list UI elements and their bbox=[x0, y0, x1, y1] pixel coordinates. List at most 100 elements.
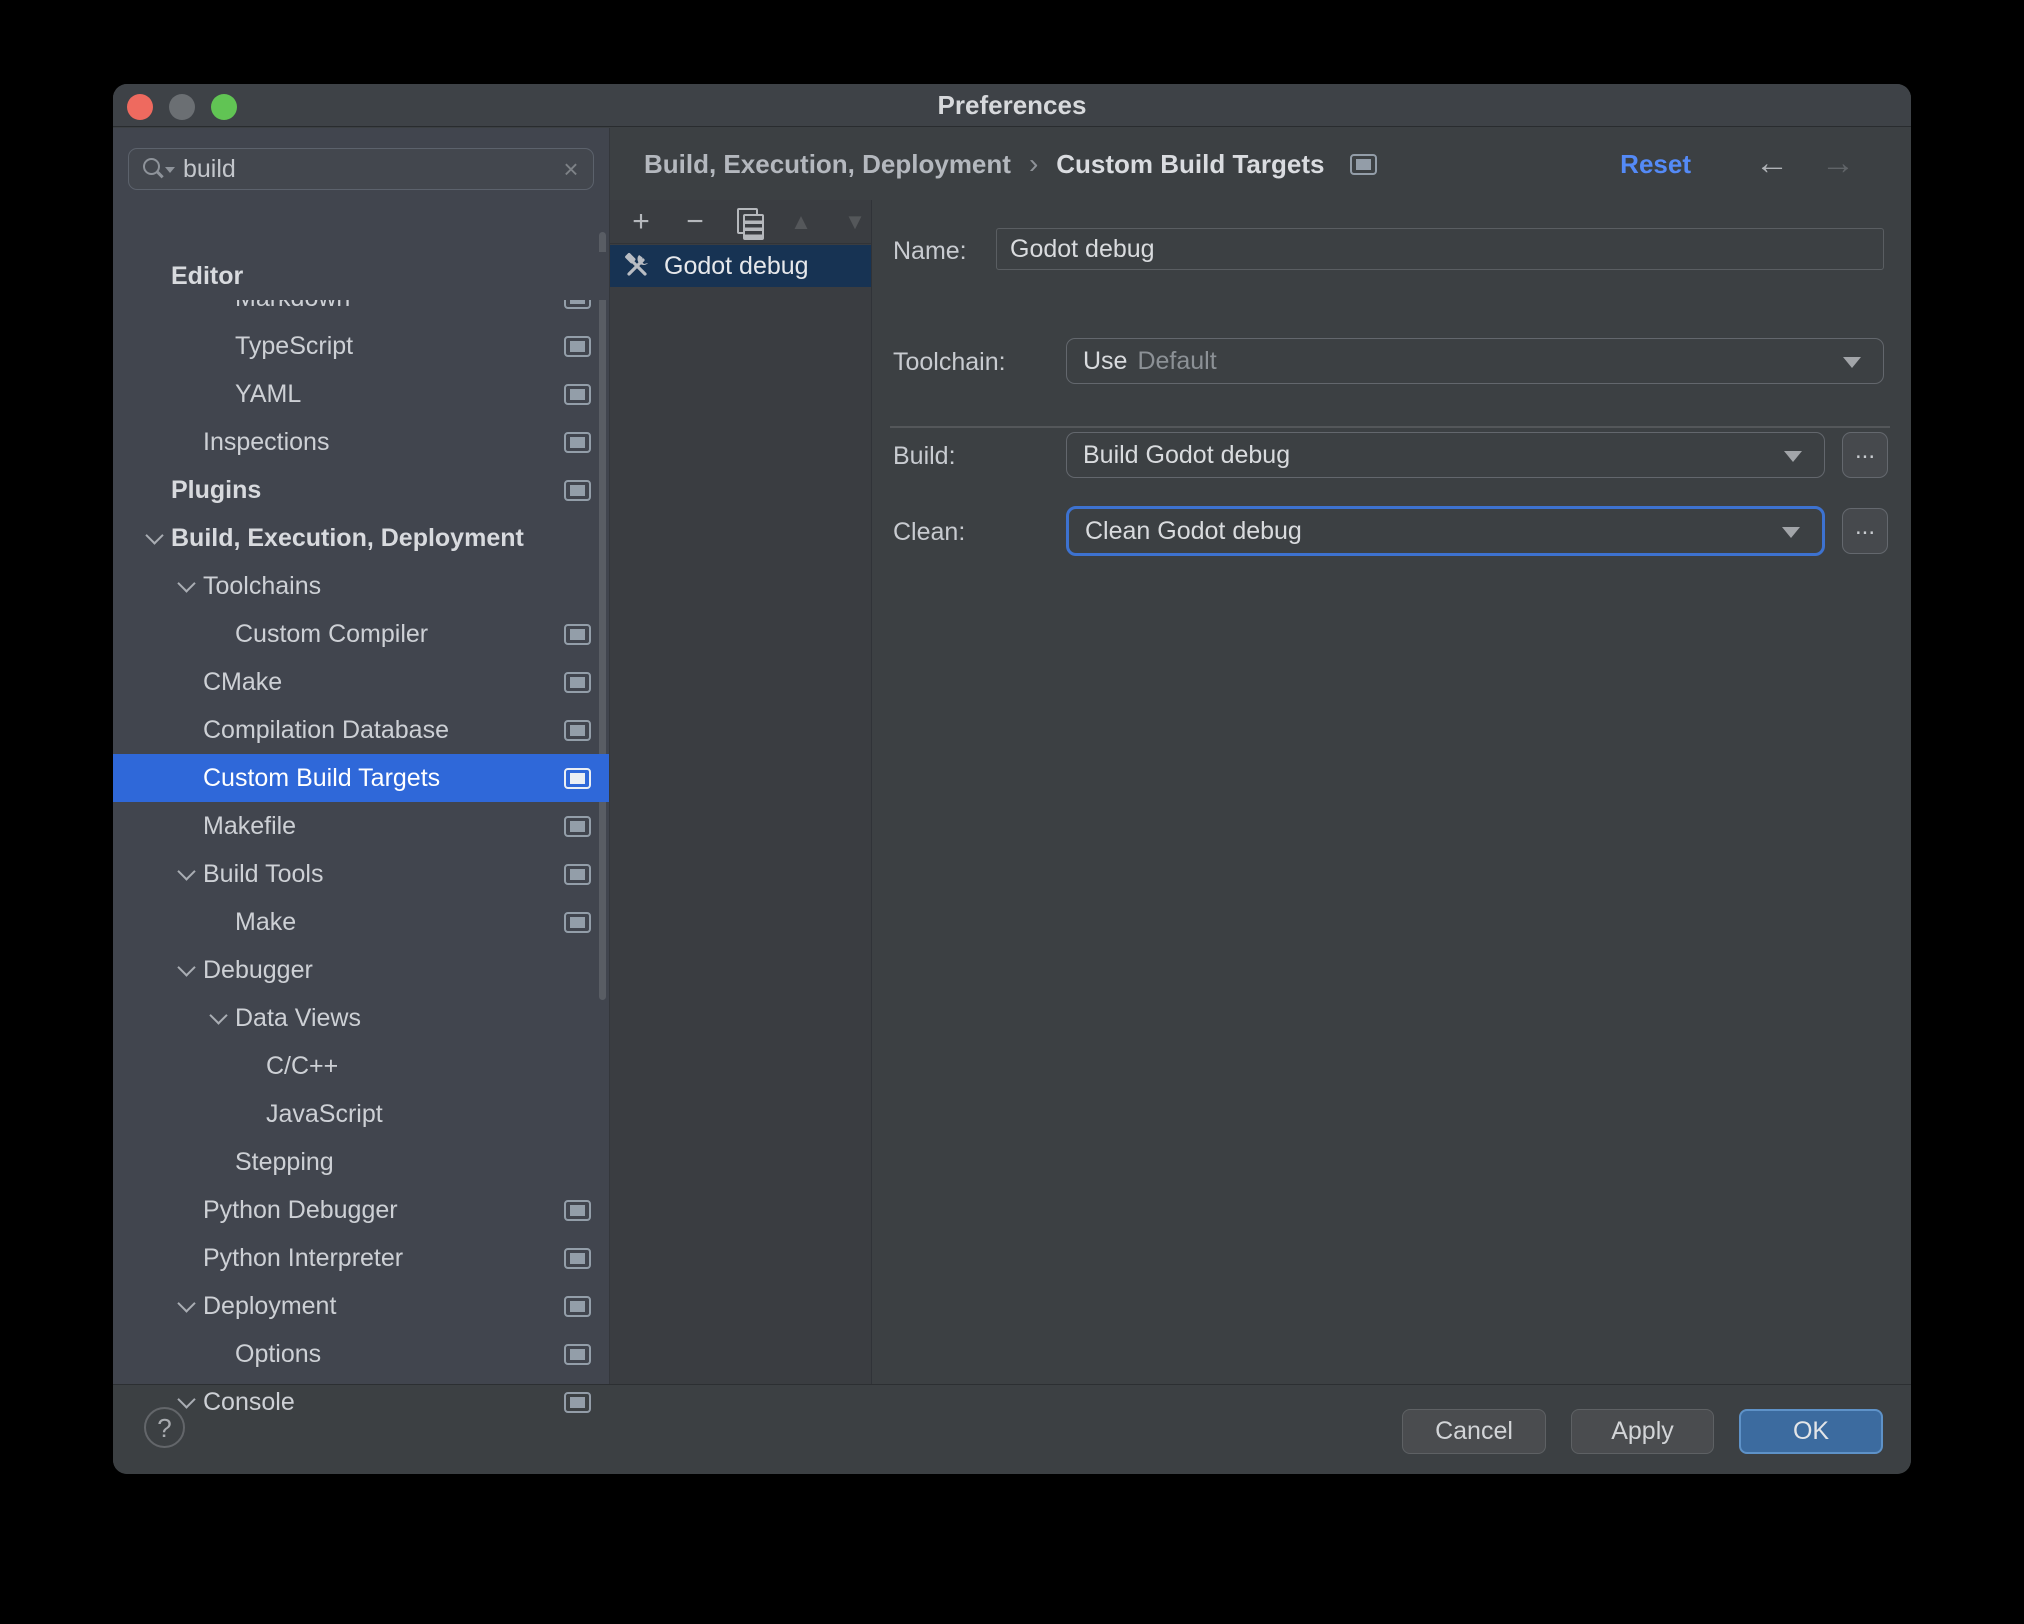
ok-button[interactable]: OK bbox=[1739, 1409, 1883, 1454]
settings-found-icon bbox=[564, 1343, 591, 1365]
sidebar-item-label: TypeScript bbox=[235, 331, 354, 360]
settings-found-icon bbox=[564, 1247, 591, 1269]
sidebar-item-label: C/C++ bbox=[266, 1051, 339, 1080]
target-item-godot-debug[interactable]: Godot debug bbox=[610, 245, 871, 287]
settings-found-icon bbox=[564, 383, 591, 405]
reset-link[interactable]: Reset bbox=[1620, 128, 1691, 200]
sidebar-item-label: Console bbox=[203, 1387, 295, 1416]
chevron-down-icon[interactable] bbox=[169, 967, 203, 974]
sidebar-item-label: Custom Compiler bbox=[235, 619, 429, 648]
sidebar-item-console[interactable]: Console bbox=[113, 1378, 609, 1426]
sidebar-item-label: Plugins bbox=[171, 475, 262, 504]
sidebar-item-makefile[interactable]: Makefile bbox=[113, 802, 609, 850]
sidebar-item-deployment[interactable]: Deployment bbox=[113, 1282, 609, 1330]
chevron-down-icon[interactable] bbox=[137, 535, 171, 542]
chevron-down-icon[interactable] bbox=[169, 871, 203, 878]
titlebar: Preferences bbox=[113, 84, 1911, 127]
sidebar-item-label: Custom Build Targets bbox=[203, 763, 441, 792]
sidebar-item-python-interpreter[interactable]: Python Interpreter bbox=[113, 1234, 609, 1282]
toolchain-dropdown[interactable]: Use Default bbox=[1066, 338, 1884, 384]
sidebar-item-data-views[interactable]: Data Views bbox=[113, 994, 609, 1042]
duplicate-target-button[interactable] bbox=[734, 206, 764, 240]
sidebar-item-label: Build, Execution, Deployment bbox=[171, 523, 524, 552]
dropdown-arrow-icon bbox=[1843, 357, 1861, 368]
sidebar-item-editor[interactable]: Editor bbox=[113, 252, 609, 300]
preferences-window: Preferences × EditorMarkdownTypeScriptYA… bbox=[113, 84, 1911, 1474]
sidebar-item-label: Debugger bbox=[203, 955, 313, 984]
sidebar-item-label: Make bbox=[235, 907, 297, 936]
chevron-down-icon[interactable] bbox=[169, 1303, 203, 1310]
dropdown-arrow-icon bbox=[1782, 527, 1800, 538]
sidebar-item-label: Toolchains bbox=[203, 571, 322, 600]
sidebar-item-label: Editor bbox=[171, 261, 244, 290]
sidebar-item-custom-build-targets[interactable]: Custom Build Targets bbox=[113, 754, 609, 802]
sidebar-item-plugins[interactable]: Plugins bbox=[113, 466, 609, 514]
build-label: Build: bbox=[893, 442, 956, 470]
window-title: Preferences bbox=[937, 90, 1087, 120]
search-history-chevron-icon bbox=[165, 167, 175, 173]
sidebar-item-typescript[interactable]: TypeScript bbox=[113, 322, 609, 370]
settings-found-icon bbox=[564, 911, 591, 933]
clean-label: Clean: bbox=[893, 518, 966, 546]
sidebar-item-label: Python Debugger bbox=[203, 1195, 398, 1224]
sidebar-item-label: Makefile bbox=[203, 811, 297, 840]
name-label: Name: bbox=[893, 237, 967, 265]
sidebar-item-label: Inspections bbox=[203, 427, 330, 456]
sidebar-item-yaml[interactable]: YAML bbox=[113, 370, 609, 418]
sidebar-tree: EditorMarkdownTypeScriptYAMLInspectionsP… bbox=[113, 244, 609, 1428]
sidebar-item-compilation-database[interactable]: Compilation Database bbox=[113, 706, 609, 754]
sidebar-item-make[interactable]: Make bbox=[113, 898, 609, 946]
screen: Preferences × EditorMarkdownTypeScriptYA… bbox=[0, 0, 2024, 1624]
sidebar-item-inspections[interactable]: Inspections bbox=[113, 418, 609, 466]
sidebar-item-python-debugger[interactable]: Python Debugger bbox=[113, 1186, 609, 1234]
clear-search-icon[interactable]: × bbox=[549, 154, 593, 185]
settings-sidebar: × EditorMarkdownTypeScriptYAMLInspection… bbox=[113, 128, 610, 1416]
build-value: Build Godot debug bbox=[1083, 440, 1291, 469]
back-arrow-icon[interactable]: ← bbox=[1755, 128, 1789, 200]
chevron-down-icon[interactable] bbox=[169, 1399, 203, 1406]
target-item-label: Godot debug bbox=[664, 251, 809, 280]
sidebar-item-stepping[interactable]: Stepping bbox=[113, 1138, 609, 1186]
settings-found-icon bbox=[564, 335, 591, 357]
settings-found-icon bbox=[564, 1295, 591, 1317]
cancel-button[interactable]: Cancel bbox=[1402, 1409, 1546, 1454]
search-icon[interactable] bbox=[141, 157, 175, 181]
add-target-button[interactable]: + bbox=[626, 202, 656, 242]
sidebar-item-toolchains[interactable]: Toolchains bbox=[113, 562, 609, 610]
sidebar-item-label: CMake bbox=[203, 667, 283, 696]
sidebar-item-label: YAML bbox=[235, 379, 302, 408]
sidebar-item-build-tools[interactable]: Build Tools bbox=[113, 850, 609, 898]
settings-search-box[interactable]: × bbox=[128, 148, 594, 190]
target-settings-form: Name: Toolchain: Use Default Build: Buil… bbox=[873, 200, 1911, 1384]
breadcrumb-parent[interactable]: Build, Execution, Deployment bbox=[644, 149, 1011, 180]
remove-target-button[interactable]: − bbox=[680, 202, 710, 242]
sidebar-item-javascript[interactable]: JavaScript bbox=[113, 1090, 609, 1138]
settings-found-icon bbox=[564, 1199, 591, 1221]
settings-found-icon bbox=[564, 1391, 591, 1413]
sidebar-item-cmake[interactable]: CMake bbox=[113, 658, 609, 706]
sidebar-item-c-c[interactable]: C/C++ bbox=[113, 1042, 609, 1090]
clean-dropdown[interactable]: Clean Godot debug bbox=[1066, 506, 1825, 556]
settings-found-icon bbox=[564, 719, 591, 741]
build-dropdown[interactable]: Build Godot debug bbox=[1066, 432, 1825, 478]
toolchain-value-prefix: Use bbox=[1083, 346, 1128, 375]
breadcrumb-separator-icon: › bbox=[1028, 148, 1039, 179]
search-input[interactable] bbox=[175, 154, 549, 184]
chevron-down-icon[interactable] bbox=[201, 1015, 235, 1022]
sidebar-item-custom-compiler[interactable]: Custom Compiler bbox=[113, 610, 609, 658]
settings-found-icon bbox=[564, 671, 591, 693]
settings-header: Build, Execution, Deployment › Custom Bu… bbox=[610, 128, 1911, 200]
build-more-button[interactable]: ... bbox=[1842, 432, 1888, 478]
settings-found-icon bbox=[564, 479, 591, 501]
dropdown-arrow-icon bbox=[1784, 451, 1802, 462]
move-up-button: ▲ bbox=[790, 208, 812, 234]
sidebar-item-debugger[interactable]: Debugger bbox=[113, 946, 609, 994]
sidebar-item-build-execution-deployment[interactable]: Build, Execution, Deployment bbox=[113, 514, 609, 562]
target-name-input[interactable] bbox=[996, 228, 1884, 270]
sidebar-item-label: JavaScript bbox=[266, 1099, 383, 1128]
settings-found-icon bbox=[1350, 153, 1378, 175]
clean-more-button[interactable]: ... bbox=[1842, 508, 1888, 554]
apply-button[interactable]: Apply bbox=[1571, 1409, 1714, 1454]
sidebar-item-options[interactable]: Options bbox=[113, 1330, 609, 1378]
chevron-down-icon[interactable] bbox=[169, 583, 203, 590]
